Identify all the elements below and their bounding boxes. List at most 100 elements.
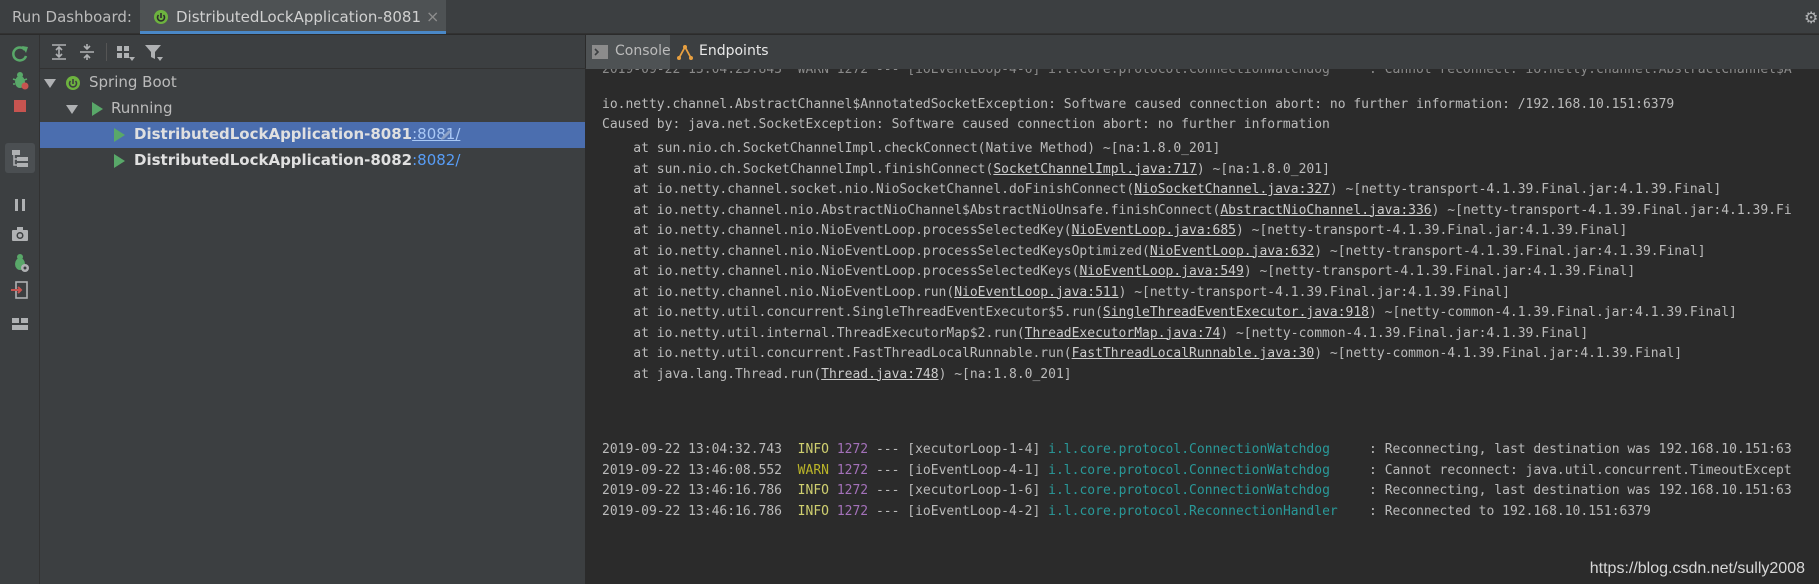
source-link[interactable]: NioSocketChannel.java:327 (1134, 182, 1330, 197)
stack-frame: at sun.nio.ch.SocketChannelImpl.finishCo… (602, 162, 1330, 177)
running-app-icon (114, 154, 125, 168)
layout-icon[interactable] (9, 313, 31, 335)
stack-frame: at io.netty.channel.nio.NioEventLoop.pro… (602, 243, 1705, 259)
tab-endpoints-label: Endpoints (699, 43, 769, 59)
log-thread: [ioEventLoop-4-2] (907, 503, 1041, 519)
debug-settings-icon[interactable] (9, 251, 31, 273)
log-thread: [xecutorLoop-1-6] (907, 483, 1041, 498)
tab-console[interactable]: Console (586, 35, 671, 69)
toolbar-separator (106, 43, 107, 61)
stack-frame: at io.netty.channel.nio.NioEventLoop.pro… (602, 223, 1627, 238)
edit-pencil-icon[interactable] (439, 128, 453, 142)
spring-boot-icon (66, 76, 80, 90)
stack-frame-artifact: ) ~[netty-transport-4.1.39.Final.jar:4.1… (1431, 202, 1792, 218)
close-tab-icon[interactable]: × (426, 7, 439, 26)
log-pid: 1272 (836, 462, 869, 478)
attach-icon[interactable] (9, 279, 31, 301)
stack-frame-artifact: ) ~[na:1.8.0_201] (938, 366, 1072, 382)
tree-node-spring-boot[interactable]: Spring Boot (40, 70, 585, 96)
source-link[interactable]: SingleThreadEventExecutor.java:918 (1103, 305, 1369, 320)
expand-arrow-icon[interactable] (66, 105, 78, 114)
source-link[interactable]: SocketChannelImpl.java:717 (993, 162, 1197, 177)
services-tree-panel: Spring Boot Running DistributedLockAppli… (40, 35, 586, 584)
log-timestamp: 2019-09-22 13:04:32.743 (602, 442, 783, 457)
source-link[interactable]: NioEventLoop.java:632 (1150, 244, 1314, 259)
stack-frame: at io.netty.channel.socket.nio.NioSocket… (602, 182, 1721, 197)
stack-frame: at sun.nio.ch.SocketChannelImpl.checkCon… (602, 141, 1220, 156)
tab-distributed-lock-8081[interactable]: DistributedLockApplication-8081 × (140, 0, 446, 34)
stack-frame-method: at io.netty.channel.nio.NioEventLoop.pro… (602, 243, 1150, 259)
log-level: INFO (797, 483, 829, 498)
stack-frame-method: at io.netty.util.internal.ThreadExecutor… (602, 325, 1025, 341)
log-timestamp: 2019-09-22 13:46:08.552 (602, 462, 783, 478)
app-port-link-8081[interactable]: :8081/ (412, 125, 460, 143)
gear-icon[interactable]: ⚙ (1804, 8, 1818, 27)
log-level: INFO (797, 503, 829, 519)
console-icon (592, 45, 608, 59)
camera-icon[interactable] (9, 223, 31, 245)
filter-icon[interactable] (142, 41, 164, 63)
log-line-partial: 2019-09-22 13:04:23.843 WARN 1272 --- [i… (602, 69, 1792, 77)
collapse-all-icon[interactable] (76, 41, 98, 63)
log-pid: 1272 (836, 442, 869, 457)
log-logger: i.l.core.protocol.ReconnectionHandler (1048, 503, 1362, 519)
stack-frame-artifact: ) ~[na:1.8.0_201] (1196, 161, 1330, 177)
stack-frame-artifact: ) ~[netty-transport-4.1.39.Final.jar:4.1… (1118, 284, 1510, 300)
log-thread: [ioEventLoop-4-1] (907, 462, 1041, 478)
log-logger: i.l.core.protocol.ConnectionWatchdog (1048, 462, 1362, 478)
source-link[interactable]: NioEventLoop.java:511 (954, 285, 1118, 300)
app-port-link-8082[interactable]: :8082/ (412, 151, 460, 169)
console-output[interactable]: 2019-09-22 13:04:23.843 WARN 1272 --- [i… (586, 69, 1819, 584)
stack-frame-method: at io.netty.channel.nio.AbstractNioChann… (602, 202, 1221, 218)
group-services-icon[interactable] (9, 147, 31, 169)
stack-frame-method: at io.netty.channel.nio.NioEventLoop.pro… (602, 223, 1072, 238)
endpoints-icon (677, 45, 693, 60)
app-name-8081: DistributedLockApplication-8081 (134, 125, 413, 143)
log-message: : Reconnecting, last destination was 192… (1361, 442, 1792, 457)
stack-frame-method: at io.netty.util.concurrent.FastThreadLo… (602, 346, 1072, 361)
stack-frame: at io.netty.channel.nio.NioEventLoop.pro… (602, 264, 1635, 279)
log-entry: 2019-09-22 13:46:08.552 WARN 1272 --- [i… (602, 463, 1792, 478)
stack-frame: at java.lang.Thread.run(Thread.java:748)… (602, 366, 1072, 382)
source-link[interactable]: NioEventLoop.java:685 (1072, 223, 1236, 238)
tree-label-running: Running (111, 99, 173, 117)
tab-endpoints[interactable]: Endpoints (670, 35, 780, 69)
expand-arrow-icon[interactable] (44, 79, 56, 88)
stack-frame-method: at io.netty.channel.nio.NioEventLoop.pro… (602, 264, 1080, 279)
source-link[interactable]: ThreadExecutorMap.java:74 (1025, 326, 1221, 341)
expand-all-icon[interactable] (48, 41, 70, 63)
tree-node-app-8081[interactable]: DistributedLockApplication-8081:8081/ (40, 122, 585, 148)
tree-node-running[interactable]: Running (40, 96, 585, 122)
pause-icon[interactable] (9, 194, 31, 216)
tab-console-label: Console (615, 43, 671, 59)
watermark-url: https://blog.csdn.net/sully2008 (1589, 560, 1805, 577)
log-entry: 2019-09-22 13:04:32.743 INFO 1272 --- [x… (602, 442, 1792, 457)
tree-label-spring-boot: Spring Boot (89, 73, 177, 91)
source-link[interactable]: NioEventLoop.java:549 (1079, 264, 1243, 279)
log-message: : Reconnecting, last destination was 192… (1361, 483, 1792, 498)
console-tabs: Console Endpoints (586, 35, 1819, 69)
tree-node-app-8082[interactable]: DistributedLockApplication-8082:8082/ (40, 148, 585, 174)
stack-frame-artifact: ) ~[netty-common-4.1.39.Final.jar:4.1.39… (1314, 346, 1683, 361)
caused-by-line: Caused by: java.net.SocketException: Sof… (602, 117, 1330, 132)
log-level: INFO (797, 442, 829, 457)
source-link[interactable]: FastThreadLocalRunnable.java:30 (1072, 346, 1315, 361)
log-entry: 2019-09-22 13:46:16.786 INFO 1272 --- [x… (602, 483, 1792, 498)
debug-icon[interactable] (9, 69, 31, 91)
log-pid: 1272 (836, 483, 869, 498)
log-logger: i.l.core.protocol.ConnectionWatchdog (1048, 442, 1362, 457)
source-link[interactable]: AbstractNioChannel.java:336 (1220, 203, 1431, 218)
tree-toolbar (40, 35, 586, 69)
log-level: WARN (797, 462, 829, 478)
group-by-icon[interactable] (114, 41, 136, 63)
source-link[interactable]: Thread.java:748 (821, 367, 938, 382)
stack-frame-artifact: ) ~[netty-transport-4.1.39.Final.jar:4.1… (1235, 223, 1628, 238)
rerun-icon[interactable] (9, 43, 31, 65)
dashboard-title: Run Dashboard: (12, 8, 132, 26)
log-thread: [xecutorLoop-1-4] (907, 442, 1041, 457)
log-message: : Reconnected to 192.168.10.151:6379 (1361, 503, 1651, 519)
exception-line: io.netty.channel.AbstractChannel$Annotat… (602, 97, 1675, 112)
stop-icon[interactable] (9, 95, 31, 117)
stack-frame-method: at io.netty.util.concurrent.SingleThread… (602, 305, 1103, 320)
stack-frame-method: at sun.nio.ch.SocketChannelImpl.checkCon… (602, 141, 1221, 156)
